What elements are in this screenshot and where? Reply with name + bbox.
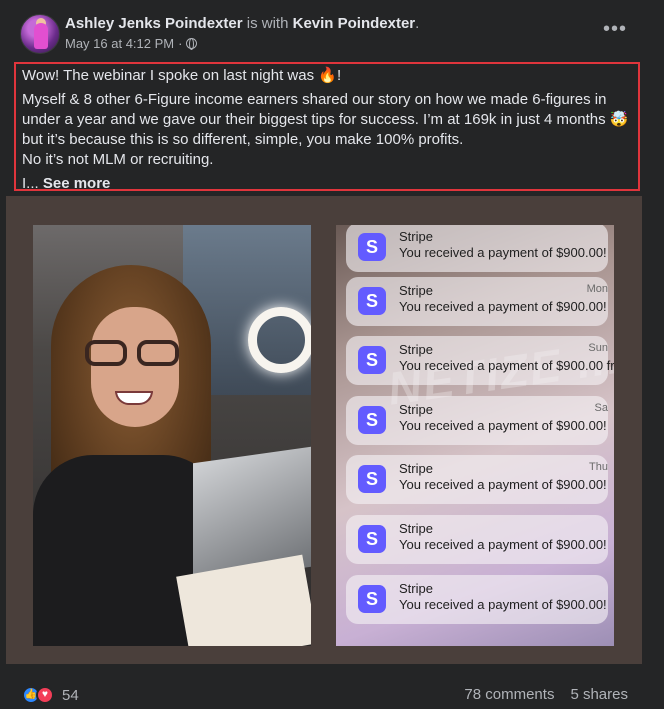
payment-notifications-screenshot[interactable]: NETIZE ... SCHOOL SStripeYou received a … xyxy=(336,225,614,646)
post-timestamp[interactable]: May 16 at 4:12 PM xyxy=(65,36,174,51)
notification-app: Stripe xyxy=(399,521,433,536)
notification-day: Thu xyxy=(589,461,608,473)
post-text-line: Wow! The webinar I spoke on last night w… xyxy=(22,67,342,84)
tagged-name[interactable]: Kevin Poindexter xyxy=(293,15,416,32)
ring-light xyxy=(248,307,311,373)
author-name[interactable]: Ashley Jenks Poindexter xyxy=(65,15,243,32)
period: . xyxy=(415,15,420,32)
stripe-logo-icon: S xyxy=(358,287,386,315)
truncated-text: I... xyxy=(22,175,39,192)
notification-message: You received a payment of $900.00! xyxy=(399,418,607,433)
with-text: is with xyxy=(246,15,289,32)
selfie-photo[interactable] xyxy=(33,225,311,646)
notification-message: You received a payment of $900.00 fro xyxy=(399,358,614,373)
notification-app: Stripe xyxy=(399,402,433,417)
notification-message: You received a payment of $900.00! xyxy=(399,245,607,260)
reaction-count[interactable]: 54 xyxy=(62,687,79,704)
comments-count[interactable]: 78 comments xyxy=(464,686,554,703)
reactions[interactable]: 👍 ♥ 54 xyxy=(22,686,79,704)
notification-message: You received a payment of $900.00! xyxy=(399,299,607,314)
post-text-line: Myself & 8 other 6-Figure income earners… xyxy=(22,91,629,148)
avatar-figure xyxy=(34,23,48,49)
post-meta: May 16 at 4:12 PM · xyxy=(65,36,198,51)
globe-icon[interactable] xyxy=(186,38,198,50)
love-reaction-icon: ♥ xyxy=(36,686,54,704)
notification-card: S Stripe You received a payment of $900.00… xyxy=(346,336,614,385)
post-stats: 78 comments 5 shares xyxy=(464,686,628,703)
notification-message: You received a payment of $900.00! xyxy=(399,537,607,552)
more-options-icon[interactable]: ••• xyxy=(602,19,628,42)
post-media: NETIZE ... SCHOOL SStripeYou received a … xyxy=(6,196,642,664)
stripe-logo-icon: S xyxy=(358,406,386,434)
notification-app: Stripe xyxy=(399,229,433,244)
avatar[interactable] xyxy=(20,14,60,54)
notification-day: Sa xyxy=(594,402,608,414)
facebook-post: Ashley Jenks Poindexter is with Kevin Po… xyxy=(0,0,664,709)
see-more-link[interactable]: See more xyxy=(43,175,111,192)
notification-card: S Stripe You received a payment of $900.00… xyxy=(346,455,608,504)
post-text-line: No it’s not MLM or recruiting. xyxy=(22,151,214,168)
stripe-logo-icon: S xyxy=(358,585,386,613)
notification-app: Stripe xyxy=(399,342,433,357)
notification-message: You received a payment of $900.00! xyxy=(399,477,607,492)
post-footer: 👍 ♥ 54 78 comments 5 shares xyxy=(0,678,664,709)
meta-dot: · xyxy=(178,36,183,51)
notification-day: Sun xyxy=(588,342,608,354)
stripe-logo-icon: S xyxy=(358,465,386,493)
notification-app: Stripe xyxy=(399,283,433,298)
notification-card: S Stripe You received a payment of $900.00… xyxy=(346,396,608,445)
notification-card: S Stripe You received a payment of $900.00… xyxy=(346,277,608,326)
notification-message: You received a payment of $900.00! xyxy=(399,597,607,612)
face xyxy=(91,307,179,427)
stripe-logo-icon: S xyxy=(358,233,386,261)
notification-app: Stripe xyxy=(399,581,433,596)
notification-card: S Stripe You received a payment of $900.00… xyxy=(346,515,608,564)
notification-app: Stripe xyxy=(399,461,433,476)
shares-count[interactable]: 5 shares xyxy=(570,686,628,703)
stripe-logo-icon: S xyxy=(358,525,386,553)
post-text-line: I... See more xyxy=(22,174,632,194)
notification-day: Mon xyxy=(586,283,608,295)
author-line: Ashley Jenks Poindexter is with Kevin Po… xyxy=(65,15,419,32)
notification-card: S Stripe You received a payment of $900.00… xyxy=(346,575,608,624)
stripe-logo-icon: S xyxy=(358,346,386,374)
post-text: Wow! The webinar I spoke on last night w… xyxy=(14,62,640,194)
glasses xyxy=(85,340,185,366)
notification-card: S Stripe You received a payment of $900.00… xyxy=(346,225,608,272)
post-header: Ashley Jenks Poindexter is with Kevin Po… xyxy=(14,12,650,56)
